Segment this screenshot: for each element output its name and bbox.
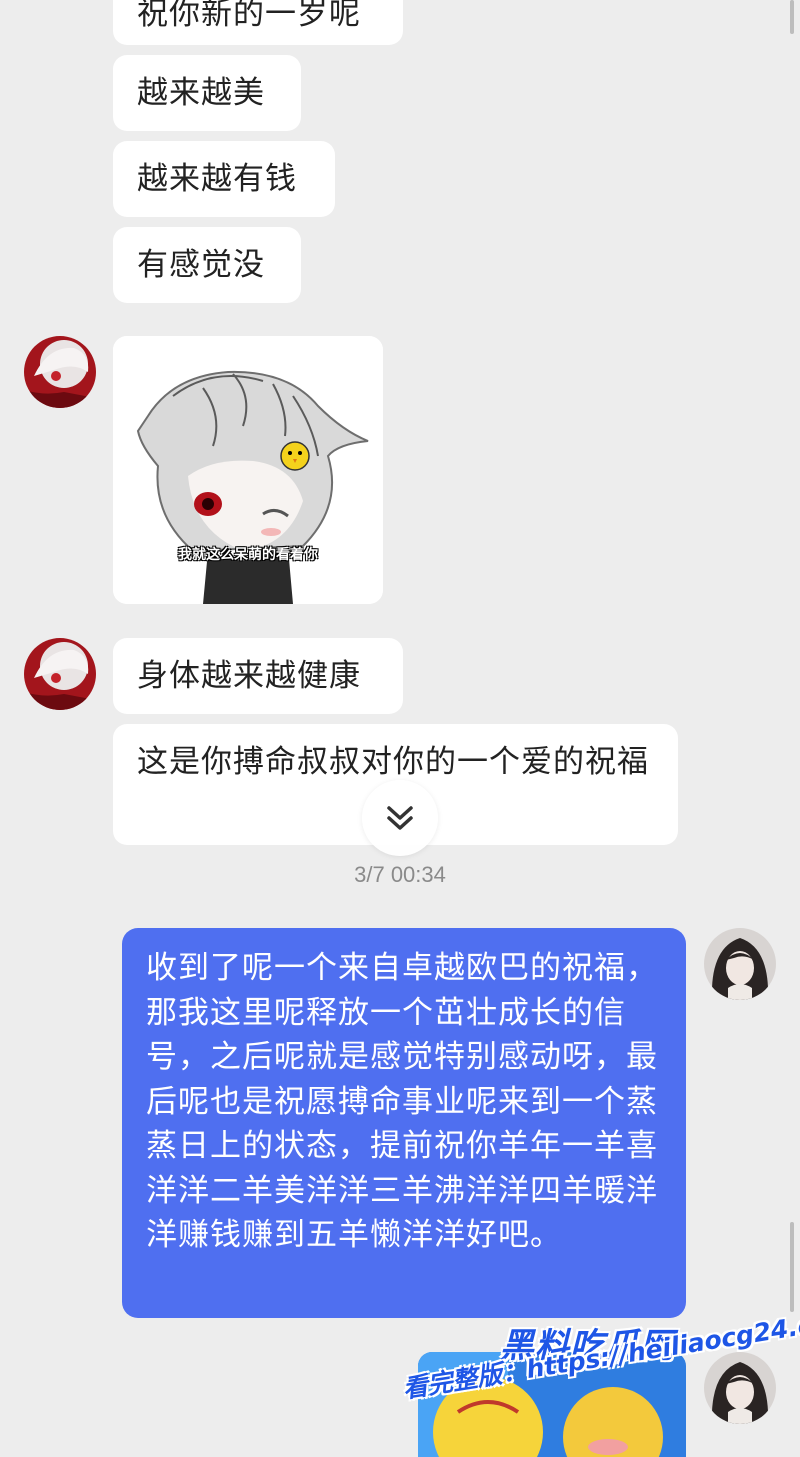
avatar-image	[24, 638, 96, 710]
message-bubble-incoming[interactable]: 身体越来越健康	[113, 638, 403, 714]
message-text: 越来越美	[137, 75, 265, 111]
chevron-double-down-icon	[387, 806, 413, 830]
message-text: 祝你新的一岁呢	[137, 0, 361, 32]
message-text: 这是你搏命叔叔对你的一个爱的祝福	[137, 744, 649, 780]
message-bubble-incoming[interactable]: 越来越美	[113, 55, 301, 131]
message-timestamp: 3/7 00:34	[354, 862, 446, 887]
avatar-image	[704, 928, 776, 1000]
my-avatar[interactable]	[704, 928, 776, 1000]
scroll-to-bottom-button[interactable]	[362, 780, 438, 856]
avatar-image	[24, 336, 96, 408]
scrollbar-thumb[interactable]	[790, 0, 794, 34]
message-bubble-outgoing[interactable]: 收到了呢一个来自卓越欧巴的祝福，那我这里呢释放一个茁壮成长的信号，之后呢就是感觉…	[122, 928, 686, 1318]
sticker-caption: 我就这么呆萌的看着你	[178, 547, 318, 563]
message-text: 越来越有钱	[137, 161, 297, 197]
scrollbar-thumb[interactable]	[790, 1222, 794, 1312]
my-avatar[interactable]	[704, 1352, 776, 1424]
sticker-message[interactable]: 我就这么呆萌的看着你	[113, 336, 383, 604]
message-text: 身体越来越健康	[137, 658, 361, 694]
contact-avatar[interactable]	[24, 336, 96, 408]
message-bubble-incoming[interactable]: 祝你新的一岁呢	[113, 0, 403, 45]
avatar-image	[704, 1352, 776, 1424]
contact-avatar[interactable]	[24, 638, 96, 710]
message-text: 有感觉没	[137, 247, 265, 283]
message-bubble-incoming[interactable]: 有感觉没	[113, 227, 301, 303]
message-text: 收到了呢一个来自卓越欧巴的祝福，那我这里呢释放一个茁壮成长的信号，之后呢就是感觉…	[146, 950, 658, 1253]
message-bubble-incoming[interactable]: 越来越有钱	[113, 141, 335, 217]
